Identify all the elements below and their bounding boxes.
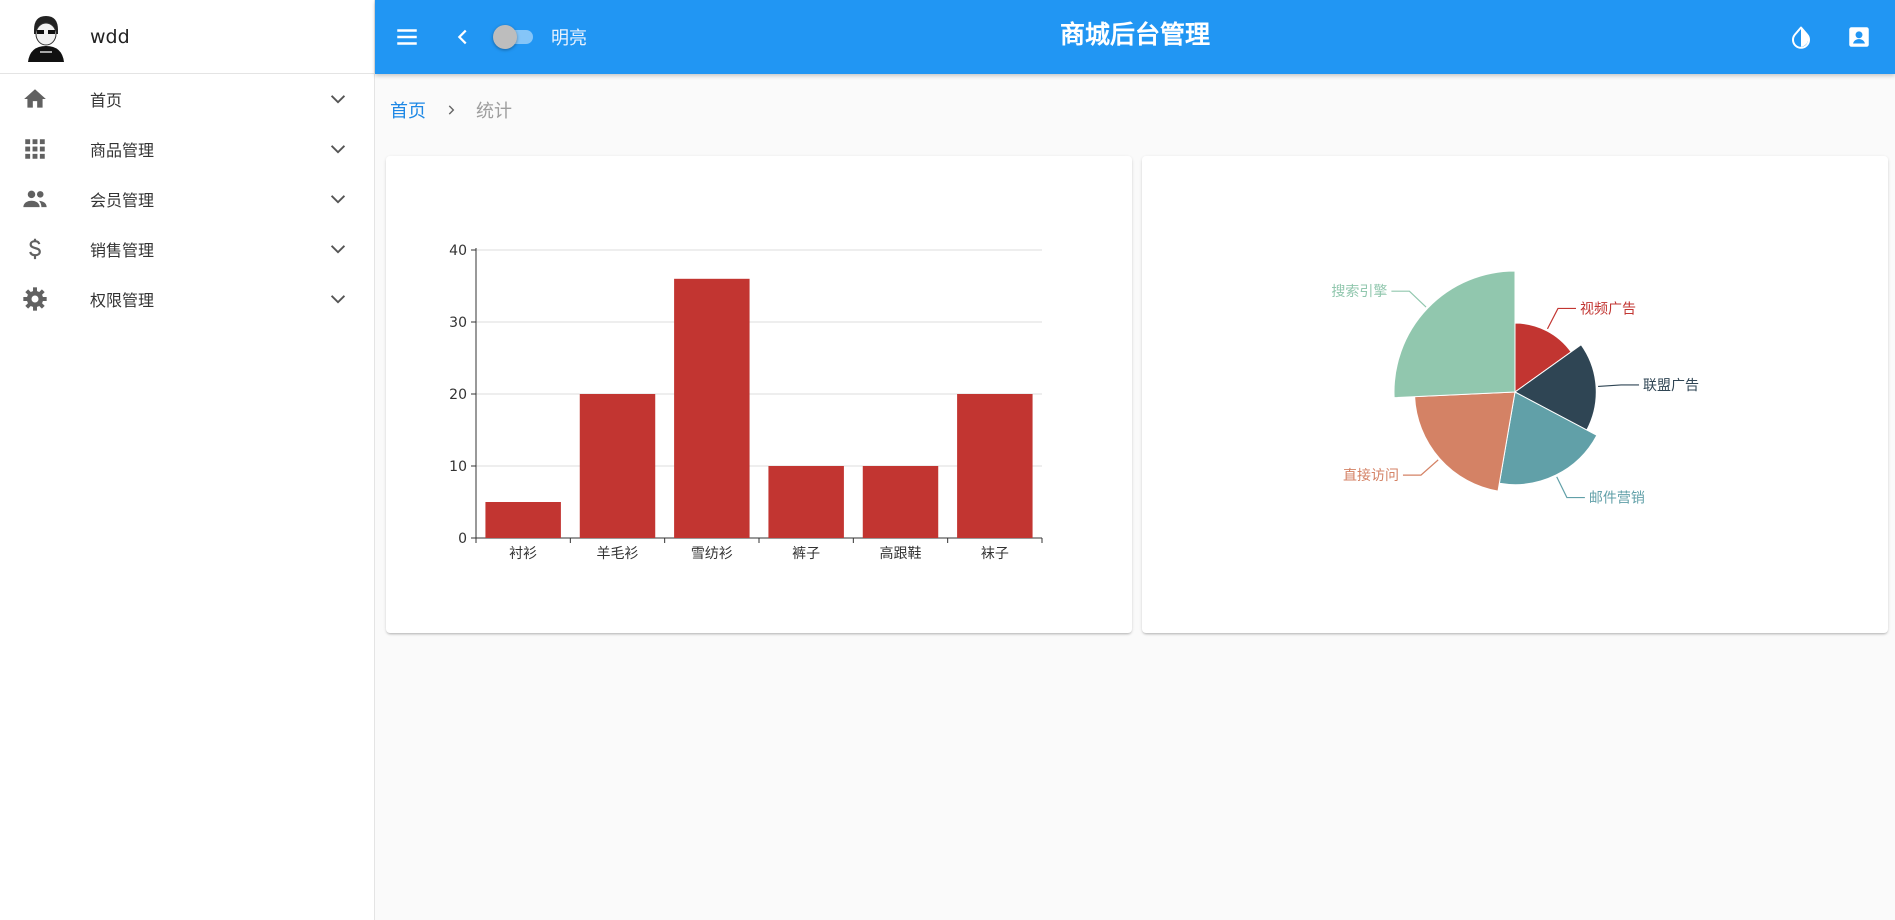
y-tick-label: 10 xyxy=(449,459,467,475)
chevron-down-icon xyxy=(326,87,350,111)
pie-chart-card: 视频广告联盟广告邮件营销 直接访问 搜索引擎 xyxy=(1142,156,1888,633)
pie-label-line xyxy=(1391,290,1427,308)
chevron-left-icon xyxy=(457,29,467,45)
pie-slice-label: 邮件营销 xyxy=(1589,491,1645,507)
bar xyxy=(579,394,656,538)
y-tick-label: 40 xyxy=(449,243,467,259)
sidebar-item-home[interactable]: 首页 xyxy=(0,74,374,124)
bar xyxy=(862,466,939,538)
user-panel: wdd xyxy=(0,0,374,74)
pie-slice xyxy=(1414,391,1516,492)
sidebar-item-sales[interactable]: 销售管理 xyxy=(0,224,374,274)
x-tick-label: 裤子 xyxy=(792,546,820,562)
collapse-sidebar-button[interactable] xyxy=(443,17,483,57)
menu-button[interactable] xyxy=(387,17,427,57)
pie-label-line xyxy=(1556,476,1585,499)
bar xyxy=(768,466,844,538)
theme-switch-label: 明亮 xyxy=(551,28,587,49)
page-title: 商城后台管理 xyxy=(1059,20,1210,49)
sidebar-nav: 首页 商品管理 会员管理 销售管理 权限管理 xyxy=(0,74,374,324)
top-app-bar: 商城后台管理 明亮 xyxy=(375,0,1895,74)
breadcrumb-current: 统计 xyxy=(476,101,512,122)
pie-label-line xyxy=(1598,384,1640,388)
x-tick-label: 袜子 xyxy=(981,546,1009,562)
sidebar-item-members[interactable]: 会员管理 xyxy=(0,174,374,224)
sidebar-item-label: 商品管理 xyxy=(90,141,155,160)
breadcrumb: 首页 统计 xyxy=(390,96,512,124)
chevron-down-icon xyxy=(326,237,350,261)
app-root: wdd 首页 商品管理 会员管理 销售管理 权限管理 商城后台管理 明亮 首页 … xyxy=(0,0,1895,920)
sidebar-item-permissions[interactable]: 权限管理 xyxy=(0,274,374,324)
header-actions xyxy=(1781,17,1879,57)
pie-slice-label: 搜索引擎 xyxy=(1331,283,1387,300)
y-tick-label: 20 xyxy=(449,387,467,403)
home-icon xyxy=(20,84,50,114)
theme-switch-knob xyxy=(493,25,517,49)
x-tick-label: 雪纺衫 xyxy=(691,546,733,562)
username: wdd xyxy=(90,25,130,48)
account-box-icon xyxy=(1849,27,1869,47)
pie-slice-label: 直接访问 xyxy=(1343,467,1399,484)
breadcrumb-home-link[interactable]: 首页 xyxy=(390,97,426,123)
pie-slice xyxy=(1393,270,1516,399)
x-tick-label: 羊毛衫 xyxy=(597,546,639,562)
menu-icon xyxy=(397,29,417,45)
y-tick-label: 30 xyxy=(449,315,467,331)
x-tick-label: 高跟鞋 xyxy=(880,545,922,562)
contrast-button[interactable] xyxy=(1781,17,1821,57)
chevron-down-icon xyxy=(326,287,350,311)
dollar-icon xyxy=(20,234,50,264)
avatar[interactable] xyxy=(24,11,68,62)
pie-slice-label: 联盟广告 xyxy=(1643,378,1699,394)
pie-slice-label: 视频广告 xyxy=(1580,301,1636,317)
chevron-down-icon xyxy=(326,137,350,161)
gear-icon xyxy=(20,284,50,314)
y-tick-label: 0 xyxy=(458,531,467,547)
sidebar-item-label: 权限管理 xyxy=(90,291,155,310)
account-button[interactable] xyxy=(1839,17,1879,57)
sidebar: wdd 首页 商品管理 会员管理 销售管理 权限管理 xyxy=(0,0,375,920)
x-tick-label: 衬衫 xyxy=(509,546,537,562)
pie-label-line xyxy=(1546,307,1576,330)
bar-chart-card: 0 10 20 30 40 衬衫 羊毛衫 雪纺衫 裤子 高跟鞋 袜子 xyxy=(386,156,1132,633)
sidebar-item-label: 会员管理 xyxy=(90,191,155,210)
apps-grid-icon xyxy=(20,134,50,164)
bar xyxy=(957,394,1033,538)
contrast-drop-icon xyxy=(1792,26,1810,49)
chevron-right-icon xyxy=(444,103,458,117)
pie-chart: 视频广告联盟广告邮件营销 直接访问 搜索引擎 xyxy=(1331,270,1699,507)
sidebar-item-products[interactable]: 商品管理 xyxy=(0,124,374,174)
sidebar-item-label: 首页 xyxy=(90,91,123,110)
bar xyxy=(485,502,561,538)
sidebar-item-label: 销售管理 xyxy=(90,241,155,260)
theme-switch[interactable] xyxy=(493,25,537,49)
people-icon xyxy=(20,184,50,214)
bar-chart: 0 10 20 30 40 衬衫 羊毛衫 雪纺衫 裤子 高跟鞋 袜子 xyxy=(449,243,1043,562)
bar xyxy=(674,278,750,538)
chevron-down-icon xyxy=(326,187,350,211)
pie-label-line xyxy=(1402,459,1439,476)
